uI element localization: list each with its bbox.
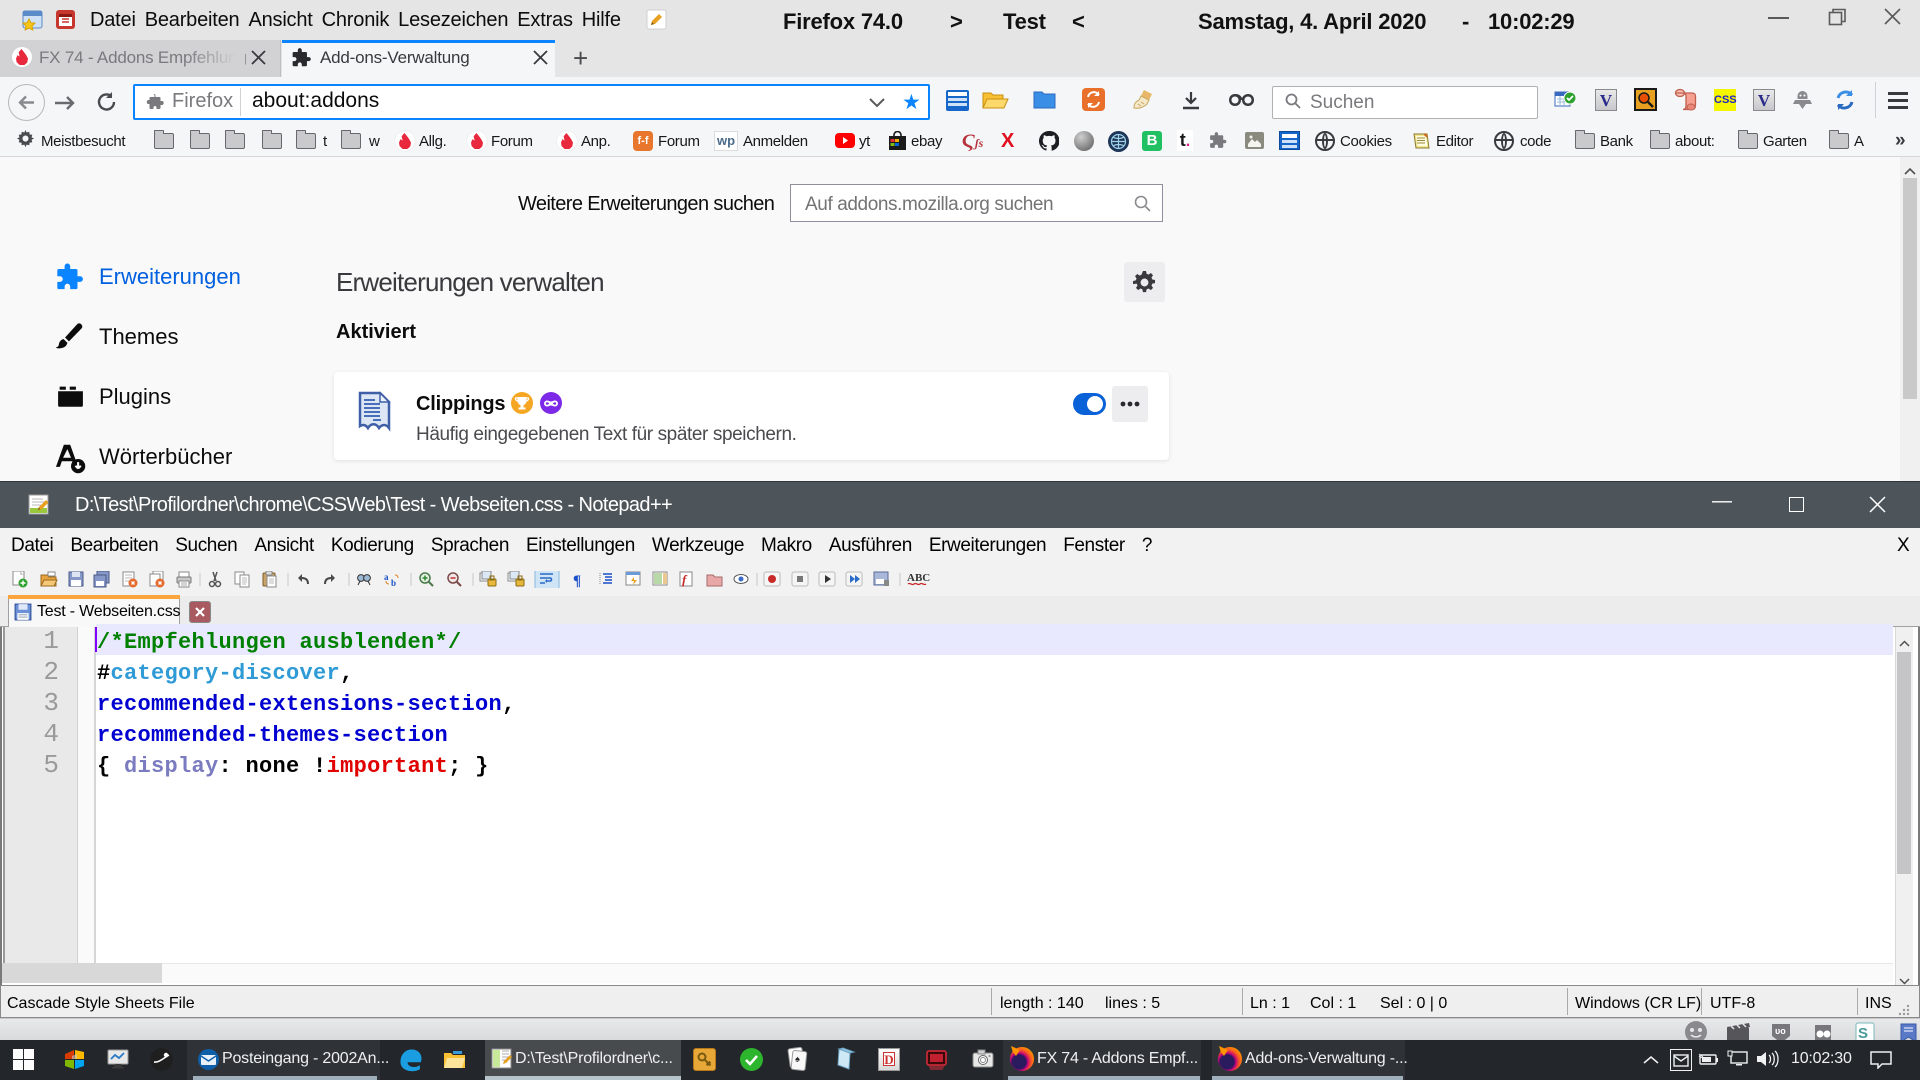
svg-text:S: S bbox=[1858, 1025, 1868, 1040]
svg-text:ABC: ABC bbox=[907, 572, 930, 584]
svg-text:¶: ¶ bbox=[573, 573, 581, 588]
svg-text:b: b bbox=[391, 578, 396, 588]
svg-text:ᴜo: ᴜo bbox=[1775, 1026, 1786, 1036]
svg-text:a: a bbox=[384, 572, 389, 582]
